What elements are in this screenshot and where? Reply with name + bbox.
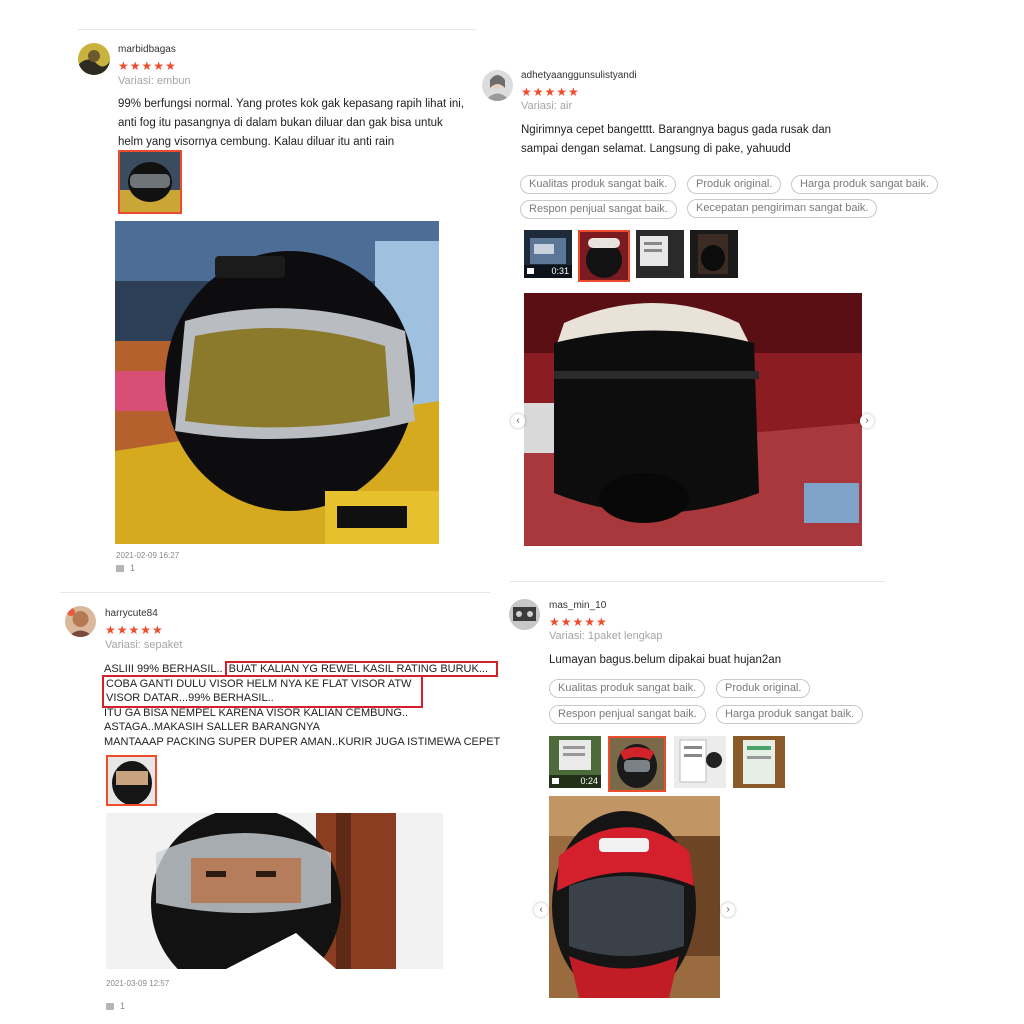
avatar — [509, 599, 540, 630]
like-button[interactable]: 1 — [116, 563, 135, 573]
media-thumbnail[interactable] — [106, 755, 157, 806]
highlighted-text: BUAT KALIAN YG REWEL KASIL RATING BURUK.… — [224, 661, 499, 677]
review-datetime: 2021-03-09 12:57 — [106, 979, 170, 988]
review-text: Lumayan bagus.belum dipakai buat hujan2a… — [549, 651, 781, 670]
review-tag: Respon penjual sangat baik. — [520, 200, 677, 219]
like-count: 1 — [130, 563, 136, 573]
review-text-part: VISOR DATAR...99% BERHASIL.. — [106, 692, 274, 704]
review-photo[interactable] — [115, 221, 439, 544]
chevron-left-icon[interactable]: ‹ — [534, 903, 548, 917]
product-variation: Variasi: 1paket lengkap — [549, 630, 663, 642]
review-card-1 — [0, 0, 1, 1]
reviewer-username: mas_min_10 — [549, 600, 607, 611]
avatar — [65, 606, 96, 637]
review-text-line: ITU GA BISA NEMPEL KARENA VISOR KALIAN C… — [104, 706, 409, 719]
reviewer-username: adhetyaanggunsulistyandi — [521, 70, 637, 81]
review-datetime: 2021-02-09 16:27 — [116, 551, 180, 560]
media-thumbnail[interactable] — [578, 230, 630, 282]
media-thumbnail[interactable] — [733, 736, 785, 788]
media-thumbnail[interactable] — [608, 736, 666, 792]
chevron-right-icon[interactable]: › — [721, 903, 735, 917]
review-text-line: ASTAGA..MAKASIH SALLER BARANGNYA — [104, 721, 320, 733]
media-thumbnail[interactable] — [118, 150, 182, 214]
review-tag: Produk original. — [716, 679, 811, 698]
rating-stars: ★★★★★ — [105, 623, 164, 637]
middle-divider-right — [510, 581, 885, 582]
video-camera-icon — [527, 268, 534, 274]
middle-divider-left — [60, 592, 490, 593]
review-text-line: Ngirimnya cepet bangetttt. Barangnya bag… — [521, 124, 832, 136]
review-tag: Harga produk sangat baik. — [716, 705, 864, 724]
video-thumbnail[interactable]: 0:31 — [524, 230, 572, 278]
product-variation: Variasi: embun — [118, 75, 191, 87]
review-text: Ngirimnya cepet bangetttt. Barangnya bag… — [521, 121, 831, 159]
review-text-line: MANTAAAP PACKING SUPER DUPER AMAN..KURIR… — [104, 735, 501, 748]
avatar — [482, 70, 513, 101]
reviewer-username: marbidbagas — [118, 44, 176, 55]
thumbs-up-icon — [116, 565, 124, 573]
product-variation: Variasi: sepaket — [105, 639, 183, 651]
review-text-line: sampai dengan selamat. Langsung di pake,… — [521, 143, 791, 155]
review-text-part: COBA GANTI DULU VISOR HELM NYA KE FLAT V… — [106, 677, 412, 690]
video-badge: 0:31 — [524, 265, 572, 278]
review-text: 99% berfungsi normal. Yang protes kok ga… — [118, 95, 464, 152]
review-tag: Harga produk sangat baik. — [791, 175, 939, 194]
avatar — [78, 43, 110, 75]
review-text-line: anti fog itu pasangnya di dalam bukan di… — [118, 117, 443, 129]
video-thumbnail[interactable]: 0:24 — [549, 736, 601, 788]
like-count: 1 — [120, 1001, 126, 1011]
like-button[interactable]: 1 — [106, 1001, 125, 1011]
thumbs-up-icon — [106, 1003, 114, 1011]
reviewer-username: harrycute84 — [105, 608, 158, 619]
review-photo[interactable] — [549, 796, 720, 998]
review-tag: Kualitas produk sangat baik. — [549, 679, 706, 698]
video-duration: 0:31 — [551, 266, 569, 276]
chevron-left-icon[interactable]: ‹ — [511, 414, 525, 428]
review-tag: Respon penjual sangat baik. — [549, 705, 706, 724]
review-text-line: 99% berfungsi normal. Yang protes kok ga… — [118, 98, 465, 110]
review-text: ASLIII 99% BERHASIL.. BUAT KALIAN YG REWE… — [101, 661, 501, 749]
media-thumbnail[interactable] — [690, 230, 738, 278]
media-thumbnail[interactable] — [674, 736, 726, 788]
media-thumbnail[interactable] — [636, 230, 684, 278]
top-divider — [78, 29, 476, 30]
review-tag: Produk original. — [687, 175, 782, 194]
chevron-right-icon[interactable]: › — [860, 414, 874, 428]
review-text-line: ASLIII 99% BERHASIL.. BUAT KALIAN YG REWE… — [104, 661, 500, 677]
product-variation: Variasi: air — [521, 100, 573, 112]
review-tag: Kualitas produk sangat baik. — [520, 175, 677, 194]
video-duration: 0:24 — [580, 776, 598, 786]
video-badge: 0:24 — [549, 775, 601, 788]
review-text-part: ASLIII 99% BERHASIL.. — [104, 663, 223, 675]
review-photo[interactable] — [106, 813, 443, 969]
review-tag: Kecepatan pengiriman sangat baik. — [687, 199, 878, 218]
highlighted-text: COBA GANTI DULU VISOR HELM NYA KE FLAT V… — [101, 674, 424, 708]
video-camera-icon — [552, 778, 559, 784]
rating-stars: ★★★★★ — [549, 615, 608, 629]
rating-stars: ★★★★★ — [521, 85, 580, 99]
review-photo[interactable] — [524, 293, 862, 546]
review-text-line: Lumayan bagus.belum dipakai buat hujan2a… — [549, 654, 782, 666]
rating-stars: ★★★★★ — [118, 59, 177, 73]
review-text-line: COBA GANTI DULU VISOR HELM NYA KE FLAT V… — [101, 674, 500, 708]
